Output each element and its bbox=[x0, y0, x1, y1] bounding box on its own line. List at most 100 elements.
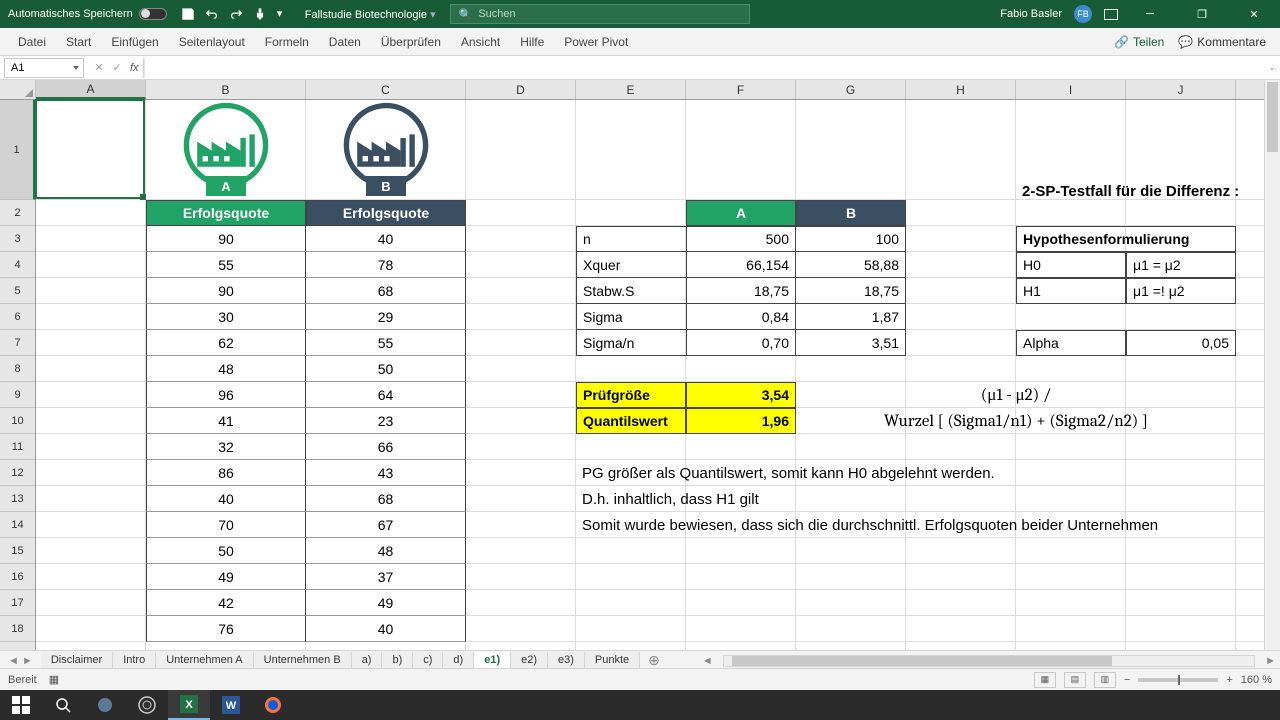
data-cell[interactable]: 49 bbox=[306, 590, 466, 616]
hyp-value[interactable]: μ1 = μ2 bbox=[1126, 252, 1236, 278]
zoom-value[interactable]: 160 % bbox=[1241, 674, 1272, 686]
hyp-heading[interactable]: 2-SP-Testfall für die Differenz : bbox=[1016, 100, 1245, 200]
sheet-tab[interactable]: Disclaimer bbox=[41, 652, 113, 670]
row-header[interactable]: 2 bbox=[0, 200, 35, 226]
stats-label[interactable]: Sigma/n bbox=[576, 330, 686, 356]
formula-input[interactable] bbox=[144, 58, 1264, 78]
data-cell[interactable]: 40 bbox=[306, 226, 466, 252]
vertical-scrollbar[interactable] bbox=[1264, 80, 1280, 650]
data-cell[interactable]: 68 bbox=[306, 278, 466, 304]
stats-value[interactable]: 1,87 bbox=[796, 304, 906, 330]
task-excel[interactable]: X bbox=[168, 690, 210, 720]
sheet-tab[interactable]: Unternehmen A bbox=[156, 652, 253, 670]
hyp-label[interactable]: H0 bbox=[1016, 252, 1126, 278]
save-icon[interactable] bbox=[181, 7, 195, 21]
zoom-out-icon[interactable]: − bbox=[1124, 674, 1130, 686]
data-cell[interactable]: 37 bbox=[306, 564, 466, 590]
conclusion-text[interactable]: D.h. inhaltlich, dass H1 gilt bbox=[576, 486, 765, 512]
test-label[interactable]: Quantilswert bbox=[576, 408, 686, 434]
data-cell[interactable]: 42 bbox=[146, 590, 306, 616]
row-header[interactable]: 3 bbox=[0, 226, 35, 252]
minimize-button[interactable]: ─ bbox=[1130, 0, 1170, 28]
data-cell[interactable]: 48 bbox=[306, 538, 466, 564]
task-app-1[interactable] bbox=[84, 690, 126, 720]
row-headers[interactable]: 123456789101112131415161718 bbox=[0, 100, 36, 650]
column-header[interactable]: F bbox=[686, 80, 796, 99]
stats-value[interactable]: 3,51 bbox=[796, 330, 906, 356]
data-cell[interactable]: 43 bbox=[306, 460, 466, 486]
stats-value[interactable]: 100 bbox=[796, 226, 906, 252]
stats-label[interactable]: Stabw.S bbox=[576, 278, 686, 304]
row-header[interactable]: 5 bbox=[0, 278, 35, 304]
data-cell[interactable]: 86 bbox=[146, 460, 306, 486]
data-cell[interactable]: 68 bbox=[306, 486, 466, 512]
data-cell[interactable]: 70 bbox=[146, 512, 306, 538]
row-header[interactable]: 15 bbox=[0, 538, 35, 564]
view-normal-icon[interactable]: ▦ bbox=[1034, 672, 1056, 688]
row-header[interactable]: 4 bbox=[0, 252, 35, 278]
undo-icon[interactable] bbox=[205, 7, 219, 21]
stats-value[interactable]: 0,84 bbox=[686, 304, 796, 330]
ribbon-tab[interactable]: Überprüfen bbox=[371, 28, 451, 55]
test-value[interactable]: 1,96 bbox=[686, 408, 796, 434]
view-pagelayout-icon[interactable]: ▤ bbox=[1064, 672, 1086, 688]
stats-value[interactable]: 0,70 bbox=[686, 330, 796, 356]
data-cell[interactable]: 66 bbox=[306, 434, 466, 460]
row-header[interactable]: 1 bbox=[0, 100, 35, 200]
column-header[interactable]: H bbox=[906, 80, 1016, 99]
add-sheet-button[interactable]: ⊕ bbox=[640, 652, 668, 669]
data-cell[interactable]: 40 bbox=[146, 486, 306, 512]
zoom-in-icon[interactable]: + bbox=[1226, 674, 1232, 686]
data-cell[interactable]: 55 bbox=[306, 330, 466, 356]
row-header[interactable]: 11 bbox=[0, 434, 35, 460]
column-header[interactable]: J bbox=[1126, 80, 1236, 99]
stats-label[interactable]: n bbox=[576, 226, 686, 252]
data-cell[interactable]: 23 bbox=[306, 408, 466, 434]
sheet-tab[interactable]: Punkte bbox=[585, 652, 640, 670]
ribbon-tab[interactable]: Power Pivot bbox=[554, 28, 638, 55]
sheet-tab[interactable]: b) bbox=[382, 652, 413, 670]
data-cell[interactable]: 32 bbox=[146, 434, 306, 460]
ribbon-tab[interactable]: Daten bbox=[319, 28, 371, 55]
data-cell[interactable]: 55 bbox=[146, 252, 306, 278]
close-button[interactable]: ✕ bbox=[1234, 0, 1274, 28]
data-cell[interactable]: 29 bbox=[306, 304, 466, 330]
stats-label[interactable]: Xquer bbox=[576, 252, 686, 278]
expand-formula-bar-icon[interactable]: ⌄ bbox=[1264, 62, 1280, 73]
user-avatar[interactable]: FB bbox=[1074, 5, 1092, 23]
row-header[interactable]: 8 bbox=[0, 356, 35, 382]
test-label[interactable]: Prüfgröße bbox=[576, 382, 686, 408]
cells-area[interactable]: ErfolgsquoteErfolgsquote9040557890683029… bbox=[36, 100, 1264, 650]
user-name[interactable]: Fabio Basler bbox=[1000, 8, 1062, 20]
table-header[interactable]: Erfolgsquote bbox=[306, 200, 466, 226]
zoom-slider[interactable] bbox=[1138, 678, 1218, 682]
column-header[interactable]: C bbox=[306, 80, 466, 99]
share-button[interactable]: 🔗 Teilen bbox=[1114, 35, 1164, 49]
accept-formula-icon[interactable]: ✓ bbox=[108, 59, 126, 77]
stats-value[interactable]: 500 bbox=[686, 226, 796, 252]
ribbon-tab[interactable]: Start bbox=[56, 28, 101, 55]
task-obs[interactable] bbox=[126, 690, 168, 720]
ribbon-tab[interactable]: Seitenlayout bbox=[169, 28, 255, 55]
row-header[interactable]: 12 bbox=[0, 460, 35, 486]
formula-text[interactable]: Wurzel [ (Sigma1/n1) + (Sigma2/n2) ] bbox=[796, 408, 1236, 434]
column-header[interactable]: E bbox=[576, 80, 686, 99]
hscroll-right-icon[interactable]: ► bbox=[1261, 655, 1280, 667]
column-header[interactable]: I bbox=[1016, 80, 1126, 99]
spreadsheet-grid[interactable]: ABCDEFGHIJ 123456789101112131415161718 E… bbox=[0, 80, 1280, 650]
cancel-formula-icon[interactable]: ✕ bbox=[90, 59, 108, 77]
sheet-tab[interactable]: a) bbox=[352, 652, 383, 670]
stats-value[interactable]: 66,154 bbox=[686, 252, 796, 278]
sheet-tab[interactable]: c) bbox=[413, 652, 443, 670]
data-cell[interactable]: 76 bbox=[146, 616, 306, 642]
row-header[interactable]: 18 bbox=[0, 616, 35, 642]
table-header[interactable]: Erfolgsquote bbox=[146, 200, 306, 226]
data-cell[interactable]: 48 bbox=[146, 356, 306, 382]
data-cell[interactable]: 30 bbox=[146, 304, 306, 330]
sheet-tab[interactable]: Unternehmen B bbox=[254, 652, 352, 670]
row-header[interactable]: 9 bbox=[0, 382, 35, 408]
data-cell[interactable]: 96 bbox=[146, 382, 306, 408]
ribbon-tab[interactable]: Formeln bbox=[255, 28, 319, 55]
data-cell[interactable]: 90 bbox=[146, 278, 306, 304]
hyp-value[interactable]: μ1 =! μ2 bbox=[1126, 278, 1236, 304]
